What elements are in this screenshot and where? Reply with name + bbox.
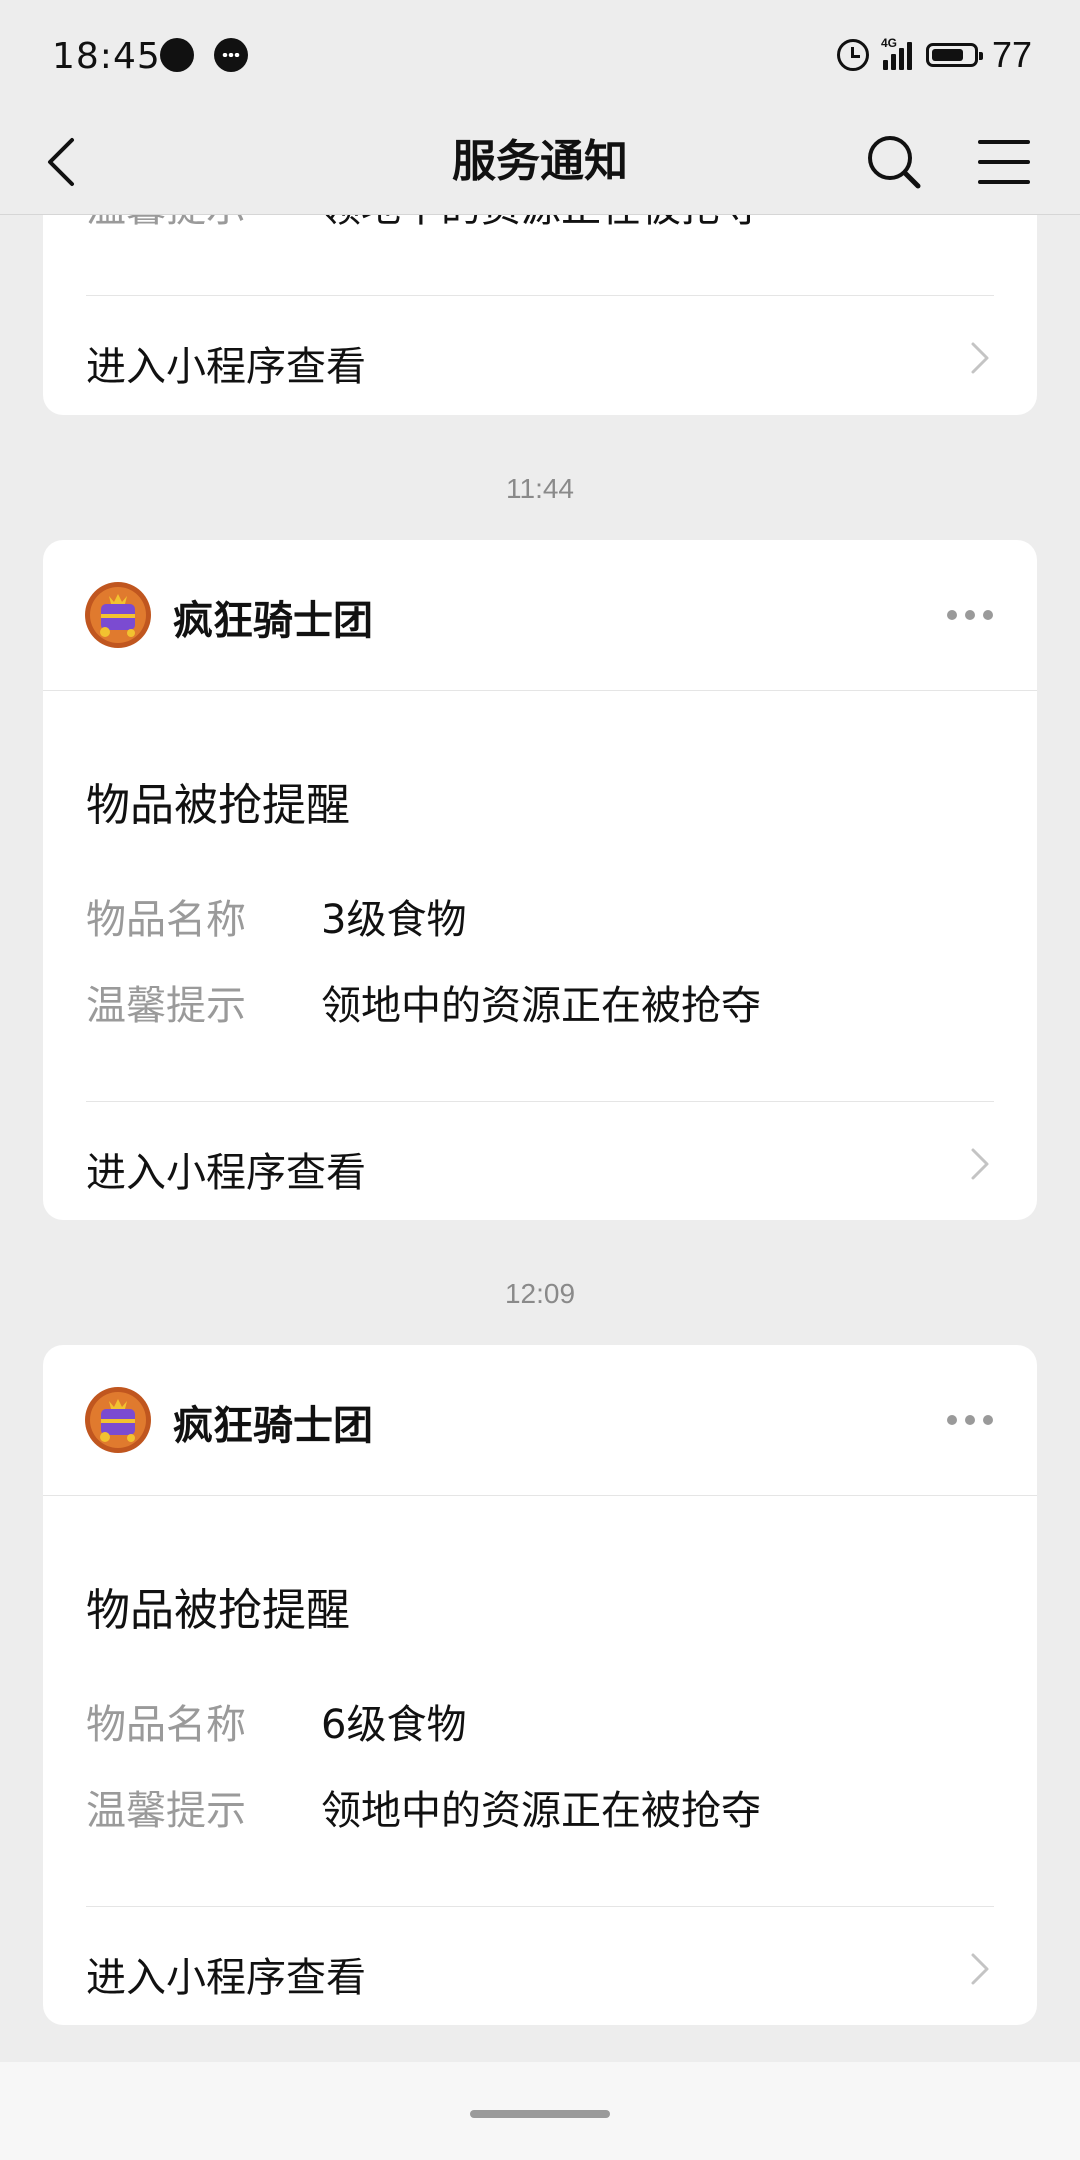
status-bar: 18:45 4G 77 (0, 0, 1080, 110)
link-label: 进入小程序查看 (86, 344, 366, 390)
field-value: 领地中的资源正在被抢夺 (321, 1788, 761, 1834)
cellular-signal-icon: 4G (881, 36, 912, 70)
more-icon[interactable] (947, 1415, 993, 1425)
home-indicator[interactable] (470, 2110, 610, 2118)
field-value: 领地中的资源正在被抢夺 (321, 215, 761, 233)
notification-title: 物品被抢提醒 (86, 1585, 350, 1636)
avatar (85, 582, 151, 648)
back-button[interactable] (36, 132, 96, 192)
link-label: 进入小程序查看 (86, 1955, 366, 2001)
back-icon (48, 138, 74, 186)
field-label: 物品名称 (86, 1702, 246, 1748)
menu-button[interactable] (972, 130, 1036, 194)
notification-list[interactable]: 温馨提示 领地中的资源正在被抢夺 进入小程序查看 11:44 疯狂骑士团 (0, 215, 1080, 2062)
field-value: 3级食物 (321, 897, 467, 943)
card-header[interactable]: 疯狂骑士团 (43, 1345, 1037, 1496)
open-mini-program-link[interactable]: 进入小程序查看 (43, 1907, 1037, 2027)
search-icon (868, 136, 921, 189)
menu-icon (978, 140, 1030, 184)
open-mini-program-link[interactable]: 进入小程序查看 (43, 1102, 1037, 1222)
field-value: 6级食物 (321, 1702, 467, 1748)
open-mini-program-link[interactable]: 进入小程序查看 (43, 296, 1037, 416)
sender-name: 疯狂骑士团 (173, 1403, 373, 1449)
sender-name: 疯狂骑士团 (173, 598, 373, 644)
alarm-icon (836, 39, 869, 71)
link-label: 进入小程序查看 (86, 1150, 366, 1196)
notification-card: 温馨提示 领地中的资源正在被抢夺 进入小程序查看 (43, 215, 1037, 415)
field-label: 温馨提示 (86, 983, 246, 1029)
field-value: 领地中的资源正在被抢夺 (321, 983, 761, 1029)
status-time: 18:45 (52, 36, 161, 77)
message-notification-icon (214, 38, 248, 72)
network-type-label: 4G (880, 36, 897, 50)
chevron-right-icon (971, 1953, 989, 1985)
status-indicators: 4G 77 (836, 30, 1032, 80)
field-label: 温馨提示 (86, 215, 246, 233)
notification-title: 物品被抢提醒 (86, 780, 350, 831)
gesture-bar (0, 2062, 1080, 2160)
more-icon[interactable] (947, 610, 993, 620)
notification-card: 疯狂骑士团 物品被抢提醒 物品名称 3级食物 温馨提示 领地中的资源正在被抢夺 … (43, 540, 1037, 1220)
search-button[interactable] (862, 130, 926, 194)
message-timestamp: 11:44 (506, 473, 574, 504)
field-label: 温馨提示 (86, 1788, 246, 1834)
message-timestamp: 12:09 (504, 1278, 576, 1309)
chevron-right-icon (971, 1148, 989, 1180)
nav-bar: 服务通知 (0, 110, 1080, 215)
field-label: 物品名称 (86, 897, 246, 943)
avatar (85, 1387, 151, 1453)
battery-icon (925, 43, 983, 67)
chat-notification-icon (160, 38, 194, 72)
card-header[interactable]: 疯狂骑士团 (43, 540, 1037, 691)
chevron-right-icon (971, 342, 989, 374)
battery-level: 77 (991, 34, 1032, 75)
notification-card: 疯狂骑士团 物品被抢提醒 物品名称 6级食物 温馨提示 领地中的资源正在被抢夺 … (43, 1345, 1037, 2025)
